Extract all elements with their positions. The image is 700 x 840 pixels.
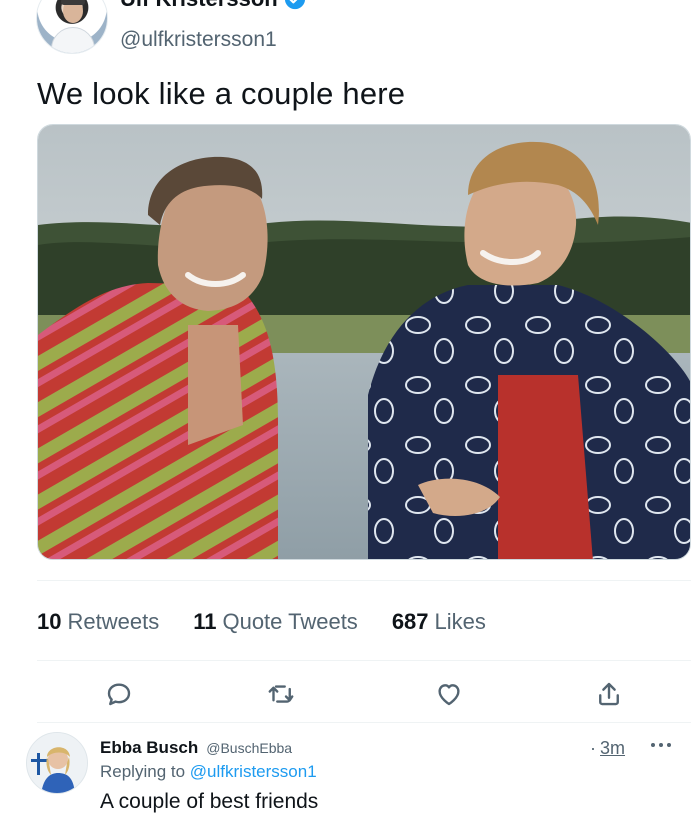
tweet-actions xyxy=(37,672,691,716)
retweet-button[interactable] xyxy=(259,672,303,716)
author-handle[interactable]: @ulfkristersson1 xyxy=(120,28,277,52)
reply-icon xyxy=(107,683,131,706)
retweets-stat[interactable]: 10 Retweets xyxy=(37,609,159,635)
reply-time[interactable]: · 3m xyxy=(590,738,625,759)
tweet-author: Ulf Kristersson @ulfkristersson1 xyxy=(36,0,676,54)
likes-count: 687 xyxy=(391,609,429,634)
replying-to: Replying to @ulfkristersson1 xyxy=(100,762,317,782)
reply-button[interactable] xyxy=(97,672,141,716)
author-name[interactable]: Ulf Kristersson xyxy=(120,0,278,12)
tweet-stats: 10 Retweets 11 Quote Tweets 687 Likes xyxy=(37,604,486,640)
divider-top-stats xyxy=(37,580,691,581)
reply-tweet[interactable]: Ebba Busch @BuschEbba · 3m Replying to @u… xyxy=(0,722,700,840)
share-icon xyxy=(599,682,619,706)
reply-text: A couple of best friends xyxy=(100,790,319,813)
divider-top-actions xyxy=(37,660,691,661)
reply-time-label: 3m xyxy=(600,738,626,758)
reply-author-handle[interactable]: @BuschEbba xyxy=(206,740,292,756)
retweets-count: 10 xyxy=(37,609,62,634)
replying-prefix: Replying to xyxy=(100,762,186,781)
tweet-text: We look like a couple here xyxy=(37,76,406,111)
author-name-row: Ulf Kristersson xyxy=(120,0,306,16)
avatar-hair xyxy=(61,0,85,5)
reply-avatar-image xyxy=(27,733,87,793)
share-button[interactable] xyxy=(587,672,631,716)
reply-avatar[interactable] xyxy=(26,732,88,794)
likes-stat[interactable]: 687 Likes xyxy=(392,609,486,635)
photo-image xyxy=(38,125,690,559)
quote-tweets-count: 11 xyxy=(193,609,217,634)
author-avatar[interactable] xyxy=(36,0,108,54)
replying-handle-link[interactable]: @ulfkristersson1 xyxy=(190,762,317,781)
reply-author-name[interactable]: Ebba Busch xyxy=(100,738,198,758)
reply-time-separator: · xyxy=(590,738,596,758)
verified-badge-icon xyxy=(284,0,305,10)
tweet-photo[interactable] xyxy=(37,124,691,560)
more-dots-icon[interactable] xyxy=(650,740,672,750)
likes-label: Likes xyxy=(434,609,486,634)
like-button[interactable] xyxy=(427,672,471,716)
chevron-down-icon[interactable] xyxy=(654,0,676,4)
retweet-icon xyxy=(268,685,294,703)
avatar-shirt xyxy=(51,27,95,53)
quote-tweets-label: Quote Tweets xyxy=(222,609,358,634)
like-icon xyxy=(438,684,460,706)
quote-tweets-stat[interactable]: 11 Quote Tweets xyxy=(193,609,358,635)
reply-header: Ebba Busch @BuschEbba xyxy=(100,738,292,758)
retweets-label: Retweets xyxy=(67,609,160,634)
